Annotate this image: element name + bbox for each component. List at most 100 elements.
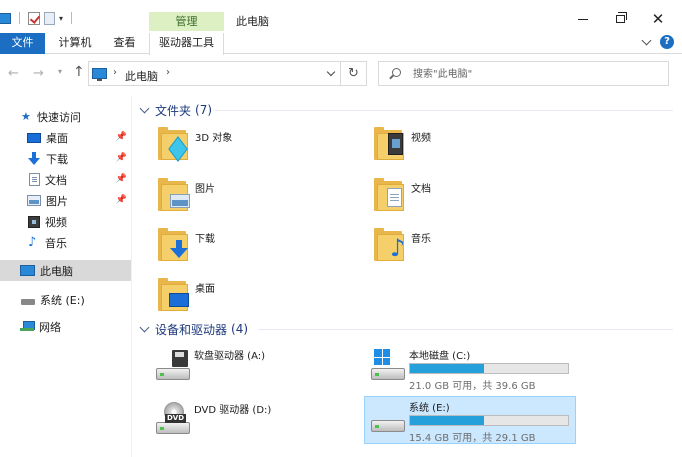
drive-local-c[interactable]: 本地磁盘 (C:) 21.0 GB 可用，共 39.6 GB: [365, 344, 577, 392]
pin-icon[interactable]: 📌: [116, 132, 127, 142]
sidebar-item-music[interactable]: ♪ 音乐: [0, 232, 131, 253]
computer-icon: [92, 68, 107, 81]
address-history-chevron-down-icon[interactable]: [326, 67, 336, 77]
video-icon: [28, 215, 40, 228]
close-button[interactable]: ✕: [643, 8, 673, 30]
drive-dvd-d[interactable]: DVD DVD 驱动器 (D:): [150, 398, 362, 446]
download-icon: [27, 152, 41, 165]
breadcrumb-separator-icon[interactable]: ›: [166, 67, 170, 78]
sidebar-item-label: 桌面: [46, 131, 68, 145]
drive-usage-bar: [409, 363, 569, 374]
folder-icon: [156, 226, 190, 262]
folder-label: 图片: [195, 184, 215, 195]
folder-music[interactable]: ♪ 音乐: [372, 226, 572, 271]
drive-label: 本地磁盘 (C:): [409, 351, 471, 362]
folder-label: 桌面: [195, 284, 215, 295]
sidebar-item-label: 文档: [45, 173, 67, 187]
folder-documents[interactable]: 文档: [372, 176, 572, 221]
context-tab-group-manage: 管理: [149, 12, 224, 31]
drive-label: DVD 驱动器 (D:): [194, 405, 272, 416]
star-icon: ★: [21, 110, 31, 123]
sidebar-item-label: 图片: [46, 194, 68, 208]
toolbar-divider: [71, 12, 73, 24]
sidebar-item-documents[interactable]: 文档 📌: [0, 169, 131, 190]
sidebar-item-quick-access[interactable]: ★ 快速访问: [0, 106, 131, 127]
sidebar-item-network[interactable]: 网络: [0, 316, 131, 337]
pin-icon[interactable]: 📌: [116, 195, 127, 205]
address-bar[interactable]: › 此电脑 ›: [88, 61, 341, 86]
music-note-icon: ♪: [28, 235, 37, 250]
drive-usage-fill: [410, 364, 485, 373]
dvd-drive-icon: DVD: [156, 402, 190, 434]
music-note-icon: ♪: [390, 234, 406, 262]
breadcrumb-this-pc[interactable]: 此电脑: [125, 68, 158, 84]
group-title: 文件夹: [155, 103, 192, 118]
restore-button[interactable]: [605, 8, 635, 30]
help-icon[interactable]: ?: [660, 35, 674, 49]
chevron-down-icon: [139, 322, 150, 332]
sidebar-item-label: 此电脑: [40, 264, 73, 278]
toolbar-divider: [19, 12, 20, 24]
group-header-devices[interactable]: 设备和驱动器 (4): [139, 321, 248, 337]
ribbon-controls: ?: [641, 35, 674, 49]
sidebar-item-pictures[interactable]: 图片 📌: [0, 190, 131, 211]
desktop-icon: [169, 293, 189, 307]
floppy-drive-icon: [156, 350, 190, 380]
navigation-pane: ★ 快速访问 桌面 📌 下载 📌 文档 📌 图片 📌 视频 ♪ 音乐 此电脑 系…: [0, 96, 132, 457]
refresh-button[interactable]: ↻: [341, 61, 367, 86]
dvd-icon-label: DVD: [165, 414, 187, 423]
folder-pictures[interactable]: 图片: [156, 176, 356, 221]
pin-icon[interactable]: 📌: [116, 153, 127, 163]
drive-floppy-a[interactable]: 软盘驱动器 (A:): [150, 344, 362, 392]
customize-toolbar-chevron-icon[interactable]: ▾: [59, 14, 63, 23]
forward-arrow-icon[interactable]: →: [33, 66, 44, 81]
folder-desktop[interactable]: 桌面: [156, 276, 356, 321]
search-box[interactable]: [378, 61, 669, 86]
tab-drive-tools[interactable]: 驱动器工具: [149, 33, 224, 55]
title-bar: ▾ 管理 此电脑 ✕: [0, 0, 682, 33]
sidebar-item-label: 下载: [46, 152, 68, 166]
drive-system-e[interactable]: 系统 (E:) 15.4 GB 可用，共 29.1 GB: [364, 396, 576, 444]
picture-icon: [27, 195, 41, 206]
sidebar-item-desktop[interactable]: 桌面 📌: [0, 127, 131, 148]
folder-label: 文档: [411, 184, 431, 195]
ribbon-tabs: 文件 计算机 查看 驱动器工具 ?: [0, 33, 682, 55]
computer-icon: [20, 265, 35, 276]
window-title: 此电脑: [236, 15, 269, 28]
group-divider: [258, 329, 673, 330]
minimize-button[interactable]: [568, 8, 598, 30]
properties-icon[interactable]: [28, 11, 40, 25]
new-folder-icon[interactable]: [44, 11, 55, 25]
back-arrow-icon[interactable]: ←: [8, 66, 19, 81]
search-input[interactable]: [413, 65, 653, 83]
quick-access-toolbar: ▾: [0, 11, 76, 25]
recent-locations-chevron-icon[interactable]: ▾: [58, 67, 62, 76]
drive-space-text: 15.4 GB 可用，共 29.1 GB: [409, 433, 536, 444]
sidebar-item-label: 网络: [39, 320, 61, 334]
sidebar-item-system-drive[interactable]: 系统 (E:): [0, 289, 131, 310]
folder-label: 下载: [195, 234, 215, 245]
sidebar-item-downloads[interactable]: 下载 📌: [0, 148, 131, 169]
group-header-folders[interactable]: 文件夹 (7): [139, 102, 212, 118]
breadcrumb-separator-icon[interactable]: ›: [113, 67, 117, 78]
sidebar-item-label: 音乐: [45, 236, 67, 250]
drive-icon: [371, 410, 405, 432]
pin-icon[interactable]: 📌: [116, 174, 127, 184]
expand-ribbon-chevron-icon[interactable]: [641, 35, 652, 46]
picture-icon: [170, 194, 190, 208]
drive-space-text: 21.0 GB 可用，共 39.6 GB: [409, 381, 536, 392]
up-arrow-icon[interactable]: ↑: [73, 64, 85, 80]
sidebar-item-videos[interactable]: 视频: [0, 211, 131, 232]
desktop-icon: [27, 132, 41, 143]
folder-downloads[interactable]: 下载: [156, 226, 356, 271]
tab-computer[interactable]: 计算机: [58, 33, 92, 54]
tab-file[interactable]: 文件: [0, 33, 45, 54]
group-divider: [215, 110, 673, 111]
sidebar-item-this-pc[interactable]: 此电脑: [0, 260, 131, 281]
tab-view[interactable]: 查看: [112, 33, 137, 54]
chevron-down-icon: [139, 103, 150, 113]
folder-3d-objects[interactable]: 3D 对象: [156, 125, 356, 170]
drive-usage-fill: [410, 416, 485, 425]
folder-icon: [372, 125, 406, 161]
folder-videos[interactable]: 视频: [372, 125, 572, 170]
